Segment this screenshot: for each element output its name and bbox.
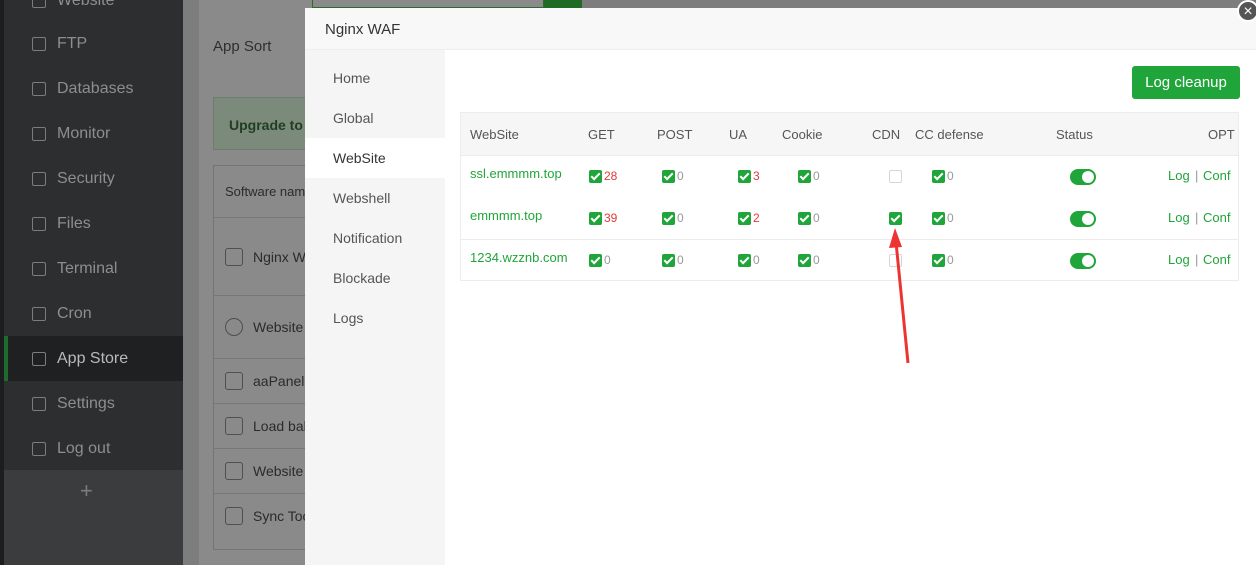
arrow-head: [889, 228, 902, 248]
arrow-shaft: [894, 241, 910, 364]
annotation-arrow: [889, 228, 910, 364]
